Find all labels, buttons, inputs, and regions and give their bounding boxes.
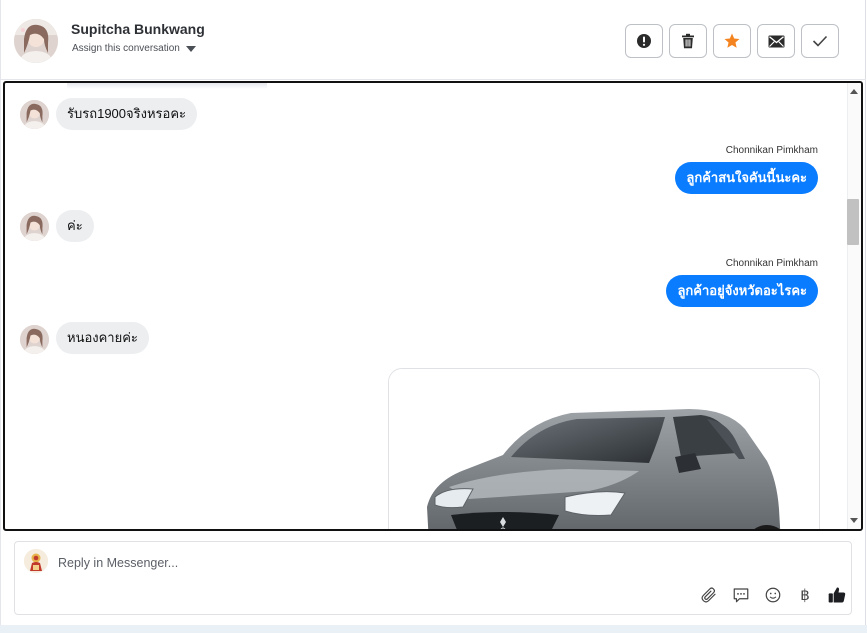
assign-label: Assign this conversation	[72, 43, 180, 54]
payment-button[interactable]: ฿	[789, 584, 821, 606]
mark-done-button[interactable]	[801, 24, 839, 58]
outgoing-message: ลูกค้าสนใจคันนี้นะคะ	[675, 162, 818, 194]
mark-spam-button[interactable]	[625, 24, 663, 58]
contact-name[interactable]: Supitcha Bunkwang	[71, 21, 205, 37]
paperclip-icon	[701, 587, 716, 603]
trash-icon	[682, 33, 694, 49]
scroll-fade	[67, 83, 267, 89]
message-sender: Chonnikan Pimkham	[725, 258, 818, 269]
reply-composer: ฿	[14, 541, 852, 615]
delete-button[interactable]	[669, 24, 707, 58]
thumbs-up-icon	[828, 587, 846, 603]
assign-conversation-dropdown[interactable]: Assign this conversation	[72, 43, 196, 54]
incoming-message: หนองคายค่ะ	[56, 322, 149, 354]
exclamation-icon	[637, 34, 651, 48]
incoming-message: รับรถ1900จริงหรอคะ	[56, 98, 197, 130]
conversation-scrollbar[interactable]	[847, 83, 861, 529]
sender-avatar	[20, 212, 49, 241]
scroll-down-arrow-icon[interactable]	[850, 518, 858, 523]
caret-down-icon	[185, 45, 196, 52]
emoji-icon	[765, 587, 781, 603]
attach-button[interactable]	[693, 584, 725, 606]
message-sender: Chonnikan Pimkham	[725, 145, 818, 156]
outgoing-message: ลูกค้าอยู่จังหวัดอะไรคะ	[666, 275, 818, 307]
mark-unread-button[interactable]	[757, 24, 795, 58]
star-button[interactable]	[713, 24, 751, 58]
emoji-button[interactable]	[757, 584, 789, 606]
page-avatar	[24, 549, 48, 573]
header-actions	[625, 24, 839, 58]
incoming-message: ค่ะ	[56, 210, 94, 242]
baht-icon: ฿	[800, 586, 810, 604]
saved-replies-button[interactable]	[725, 584, 757, 606]
conversation-header: Supitcha Bunkwang Assign this conversati…	[0, 0, 866, 80]
scroll-thumb[interactable]	[847, 199, 859, 245]
scroll-up-arrow-icon[interactable]	[850, 89, 858, 94]
like-button[interactable]	[821, 584, 853, 606]
checkmark-icon	[812, 35, 828, 47]
car-photo[interactable]	[388, 368, 820, 529]
reply-input[interactable]	[58, 554, 818, 572]
contact-avatar[interactable]	[14, 19, 58, 63]
star-icon	[724, 33, 740, 48]
bottom-strip	[0, 625, 867, 633]
composer-toolbar: ฿	[693, 584, 853, 606]
sender-avatar	[20, 325, 49, 354]
envelope-icon	[768, 35, 784, 47]
sender-avatar	[20, 100, 49, 129]
saved-reply-icon	[733, 588, 749, 603]
conversation-thread[interactable]: รับรถ1900จริงหรอคะ Chonnikan Pimkham ลูก…	[3, 81, 863, 531]
